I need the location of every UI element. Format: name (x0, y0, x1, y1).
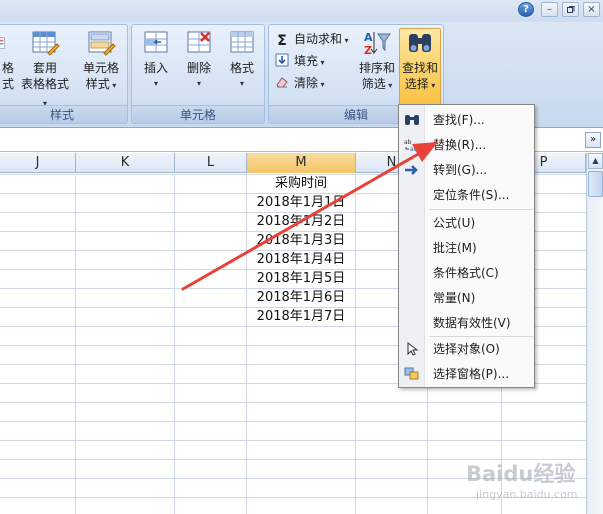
excel-window: ? – × 格式 套用 表格格式 ▾ 单元格 样式 ▾ 样式 插入 ▾ 删除 ▾… (0, 0, 603, 514)
baidu-watermark: Baidu经验 jingyan.baidu.com (466, 458, 596, 508)
watermark-url: jingyan.baidu.com (476, 488, 578, 501)
watermark-brand: Baidu经验 (466, 462, 576, 486)
annotation-arrow (181, 142, 438, 291)
